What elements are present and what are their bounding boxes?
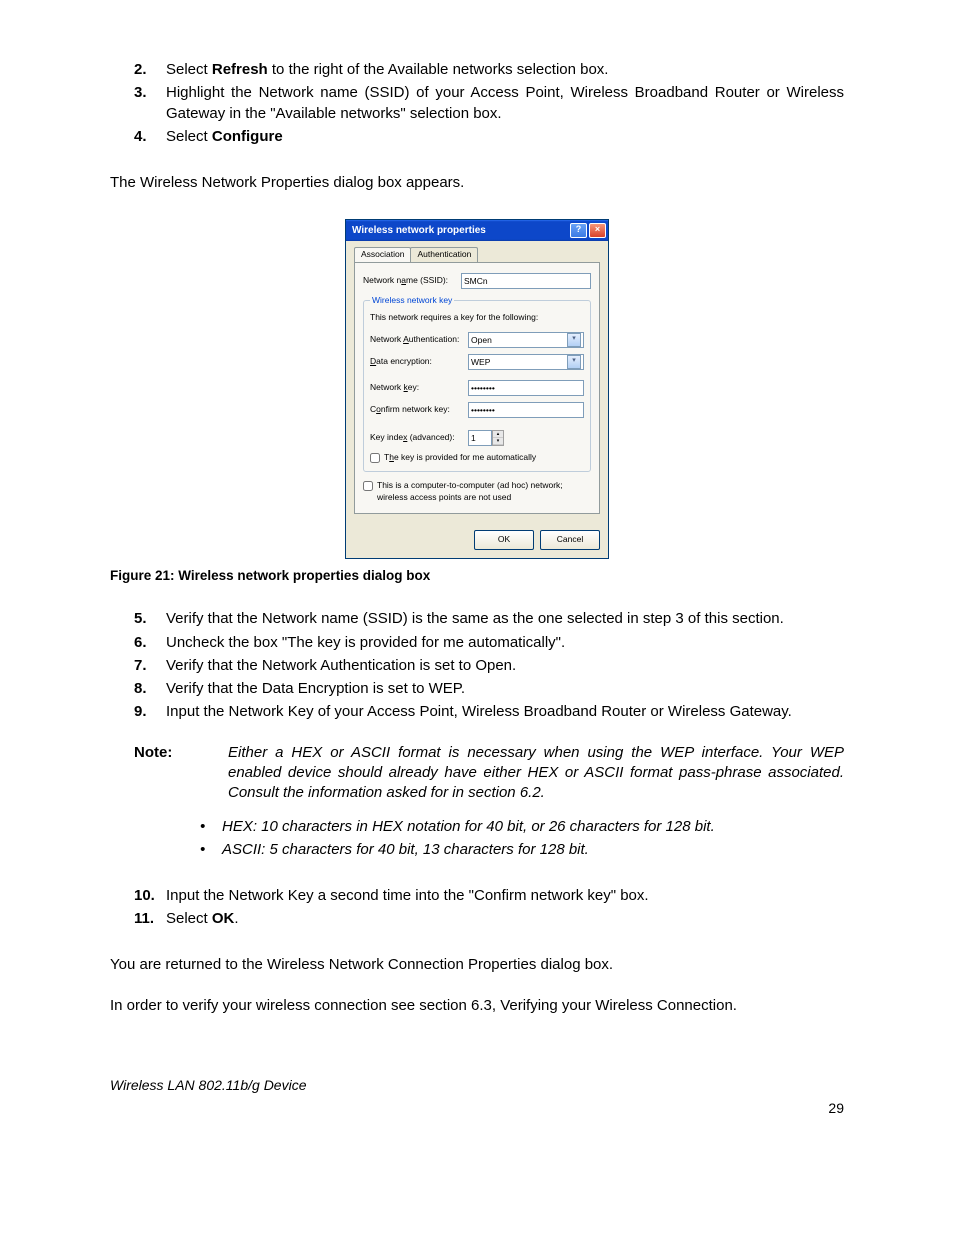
- page-number: 29: [110, 1099, 844, 1118]
- step-6: 6. Uncheck the box "The key is provided …: [110, 633, 844, 653]
- ok-button[interactable]: OK: [474, 530, 534, 550]
- auto-key-checkbox[interactable]: [370, 453, 380, 463]
- cancel-button[interactable]: Cancel: [540, 530, 600, 550]
- spin-up-icon[interactable]: ▴: [493, 431, 503, 438]
- step-marker: 5.: [110, 609, 166, 629]
- step-4: 4. Select Configure: [110, 127, 844, 147]
- step-8: 8. Verify that the Data Encryption is se…: [110, 679, 844, 699]
- tab-authentication[interactable]: Authentication: [410, 247, 478, 261]
- confirm-key-label: Confirm network key:: [370, 404, 462, 415]
- close-icon[interactable]: ×: [589, 223, 606, 238]
- chevron-down-icon[interactable]: ▾: [567, 355, 581, 369]
- group-hint: This network requires a key for the foll…: [370, 312, 584, 323]
- paragraph-dialog-appears: The Wireless Network Properties dialog b…: [110, 173, 844, 193]
- tab-association[interactable]: Association: [354, 247, 411, 261]
- step-11: 11. Select OK.: [110, 909, 844, 929]
- wireless-key-group: Wireless network key This network requir…: [363, 295, 591, 472]
- step-marker: 3.: [110, 83, 166, 124]
- bullet-ascii: •ASCII: 5 characters for 40 bit, 13 char…: [200, 840, 844, 860]
- confirm-key-input[interactable]: ••••••••: [468, 402, 584, 418]
- enc-label: Data encryption:: [370, 356, 462, 367]
- key-input[interactable]: ••••••••: [468, 380, 584, 396]
- chevron-down-icon[interactable]: ▾: [567, 333, 581, 347]
- step-marker: 11.: [110, 909, 166, 929]
- step-marker: 6.: [110, 633, 166, 653]
- ssid-input[interactable]: SMCn: [461, 273, 591, 289]
- step-3: 3. Highlight the Network name (SSID) of …: [110, 83, 844, 124]
- step-marker: 9.: [110, 702, 166, 722]
- figure-caption: Figure 21: Wireless network properties d…: [110, 567, 844, 585]
- dialog-title: Wireless network properties: [352, 224, 486, 238]
- step-5: 5. Verify that the Network name (SSID) i…: [110, 609, 844, 629]
- auth-label: Network Authentication:: [370, 334, 462, 345]
- wireless-properties-dialog: Wireless network properties ? × Associat…: [345, 219, 609, 559]
- note-block: Note: Either a HEX or ASCII format is ne…: [110, 743, 844, 804]
- paragraph-return: You are returned to the Wireless Network…: [110, 955, 844, 975]
- auto-key-label: The key is provided for me automatically: [384, 452, 536, 463]
- bullet-hex: •HEX: 10 characters in HEX notation for …: [200, 817, 844, 837]
- footer-device: Wireless LAN 802.11b/g Device: [110, 1076, 844, 1095]
- adhoc-checkbox[interactable]: [363, 481, 373, 491]
- auth-select[interactable]: Open ▾: [468, 332, 584, 348]
- spin-down-icon[interactable]: ▾: [493, 438, 503, 445]
- ssid-label: Network name (SSID):: [363, 275, 455, 286]
- help-icon[interactable]: ?: [570, 223, 587, 238]
- step-marker: 10.: [110, 886, 166, 906]
- dialog-titlebar: Wireless network properties ? ×: [346, 220, 608, 241]
- step-7: 7. Verify that the Network Authenticatio…: [110, 656, 844, 676]
- key-index-spinner[interactable]: 1 ▴▾: [468, 430, 504, 446]
- step-2: 2. Select Refresh to the right of the Av…: [110, 60, 844, 80]
- paragraph-verify: In order to verify your wireless connect…: [110, 996, 844, 1016]
- step-marker: 7.: [110, 656, 166, 676]
- adhoc-label: This is a computer-to-computer (ad hoc) …: [377, 480, 591, 503]
- key-label: Network key:: [370, 382, 462, 393]
- step-9: 9. Input the Network Key of your Access …: [110, 702, 844, 722]
- step-marker: 8.: [110, 679, 166, 699]
- group-legend: Wireless network key: [370, 295, 454, 306]
- step-10: 10. Input the Network Key a second time …: [110, 886, 844, 906]
- key-index-label: Key index (advanced):: [370, 432, 462, 443]
- note-text: Either a HEX or ASCII format is necessar…: [228, 743, 844, 804]
- step-marker: 4.: [110, 127, 166, 147]
- step-marker: 2.: [110, 60, 166, 80]
- enc-select[interactable]: WEP ▾: [468, 354, 584, 370]
